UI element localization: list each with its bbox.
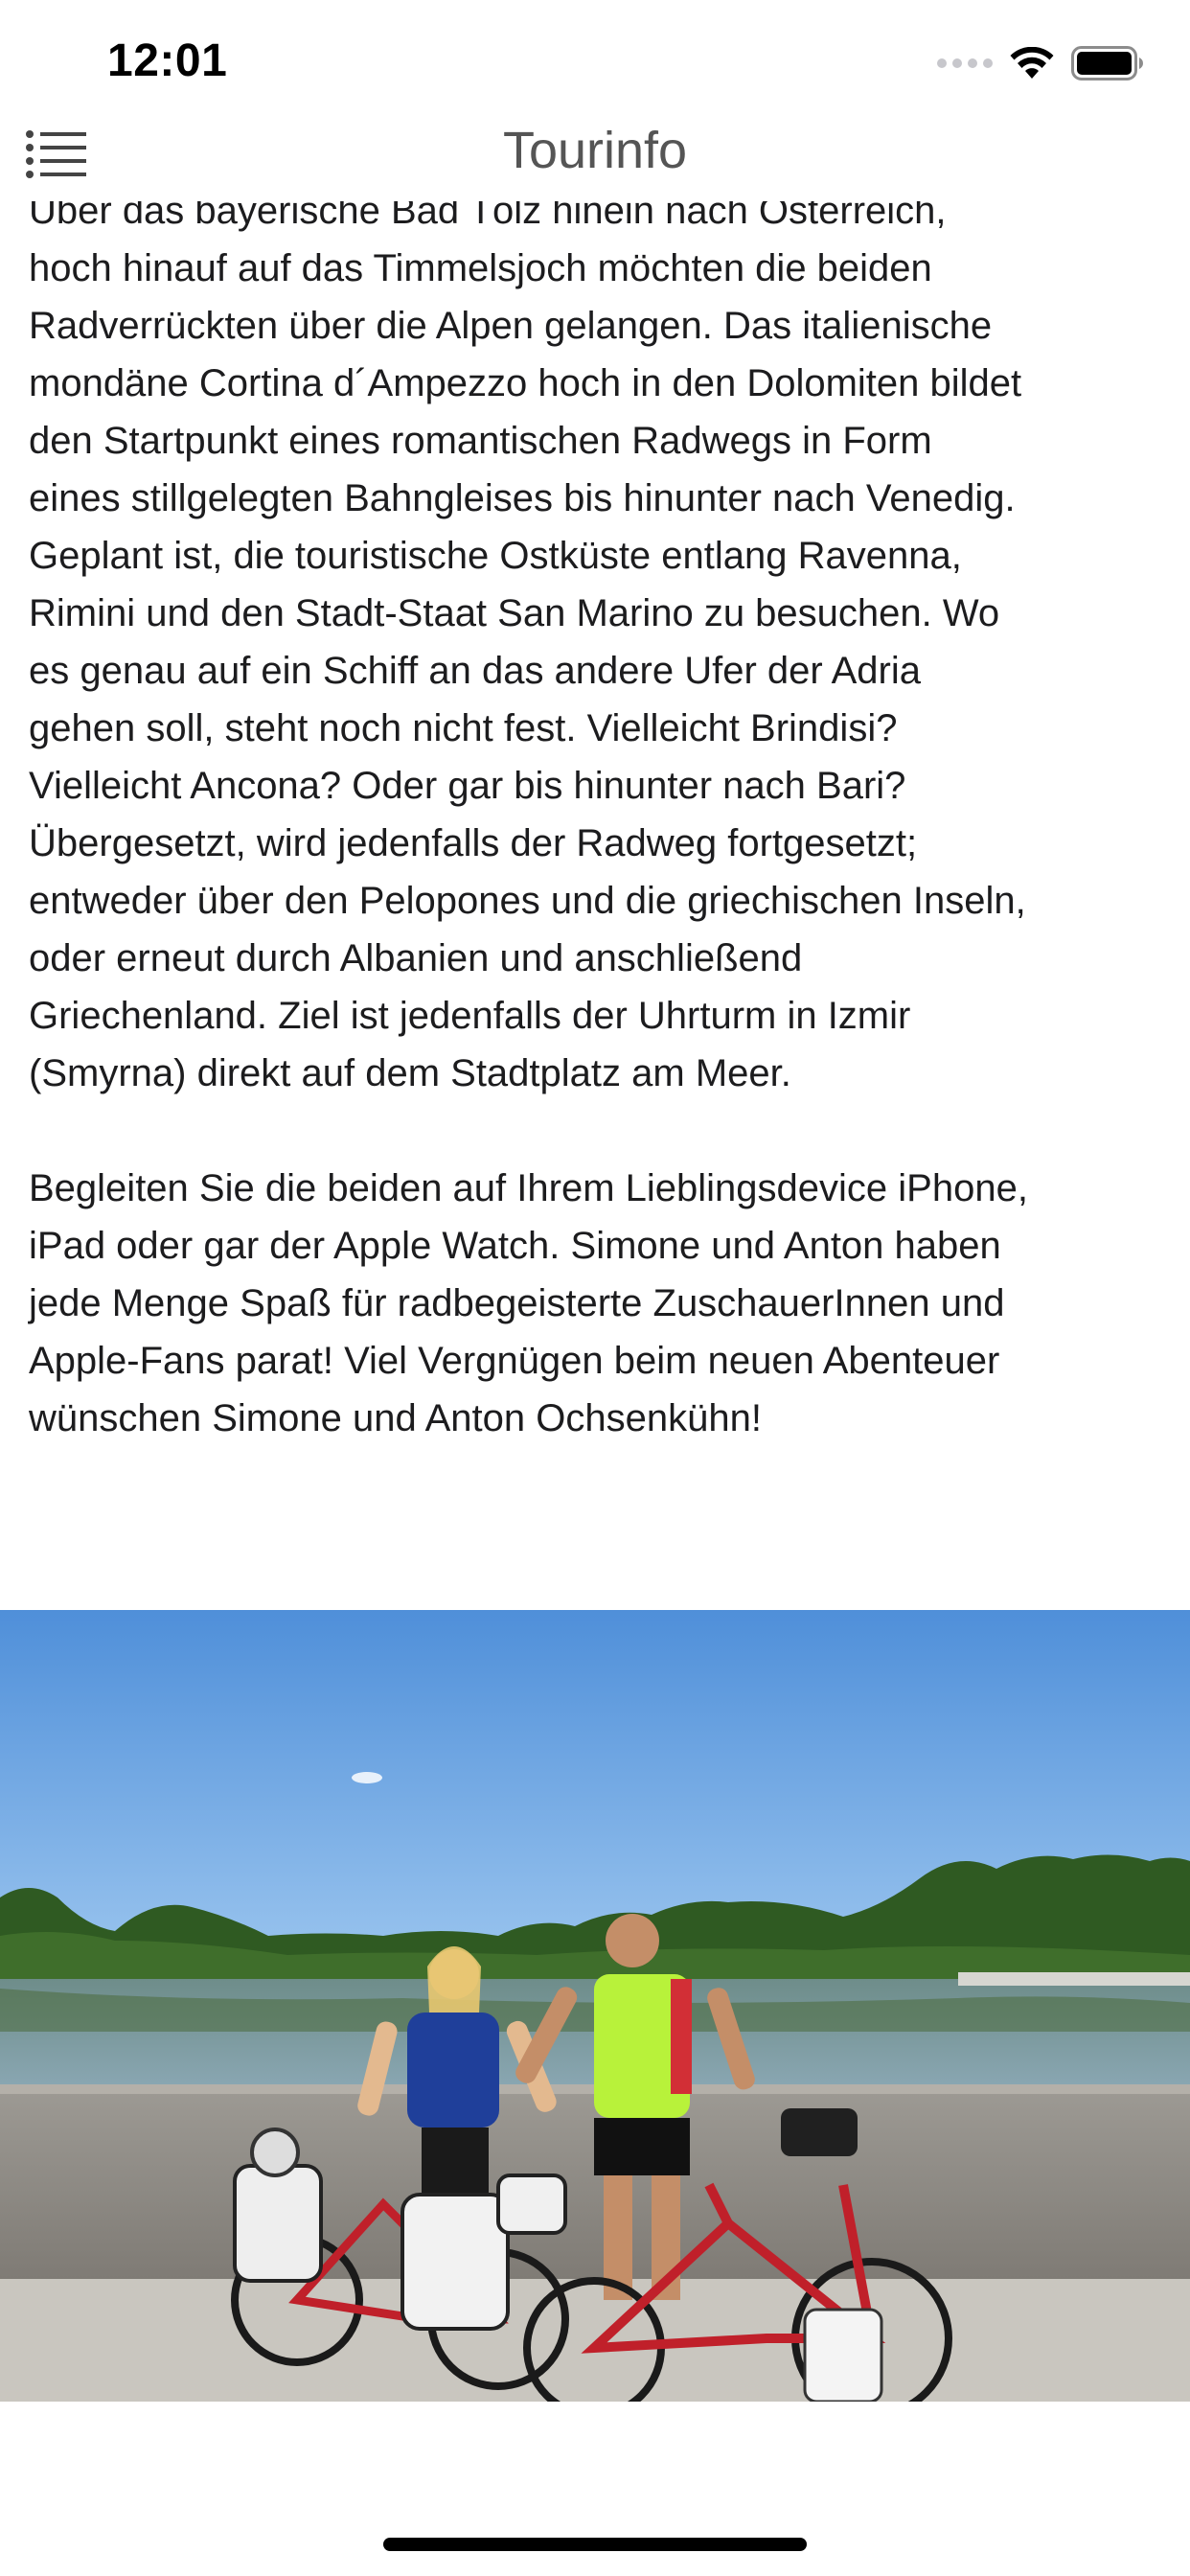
page-title: Tourinfo (502, 122, 688, 179)
paragraph-follow: Begleiten Sie die beiden auf Ihrem Liebl… (29, 1167, 1028, 1439)
paragraph-route: Über das bayerische Bad Tölz hinein nach… (29, 190, 1026, 1094)
navigation-bar: Tourinfo (0, 105, 1190, 201)
wifi-icon (1010, 47, 1054, 79)
battery-icon (1071, 46, 1143, 80)
home-indicator[interactable] (383, 2538, 807, 2551)
tour-description: Über das bayerische Bad Tölz hinein nach… (29, 182, 1169, 1447)
status-time: 12:01 (107, 35, 228, 86)
cellular-signal-icon (937, 58, 993, 68)
cyclists-photo (0, 1610, 1190, 2402)
status-icons (937, 44, 1144, 82)
